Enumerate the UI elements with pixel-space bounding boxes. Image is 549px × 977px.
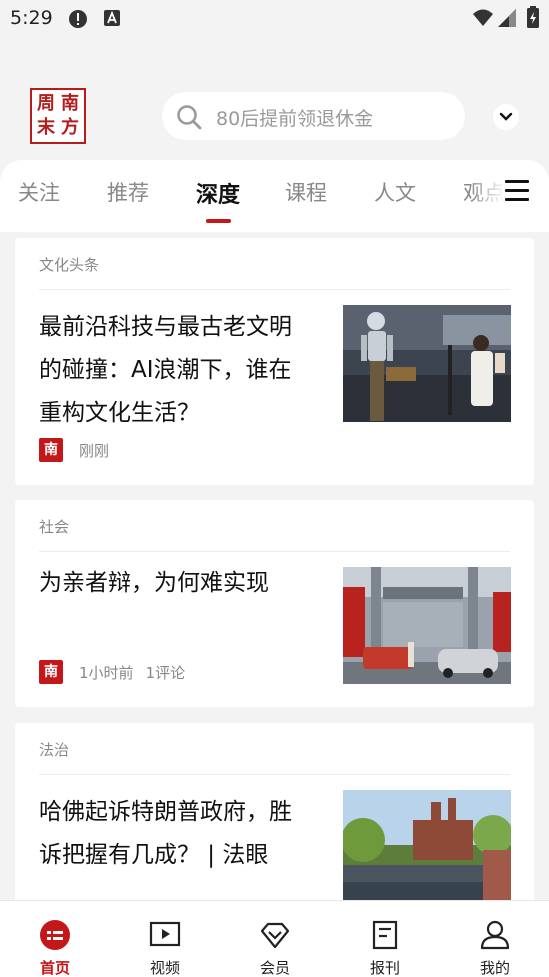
logo-char: 南: [61, 93, 79, 114]
nav-label: 首页: [39, 959, 70, 977]
tab-follow[interactable]: 关注: [18, 177, 60, 207]
nav-label: 我的: [479, 959, 510, 977]
article-meta: 南 1小时前 1评论: [39, 660, 185, 684]
nav-label: 报刊: [369, 959, 400, 977]
article-title: 为亲者辩，为何难实现: [39, 570, 269, 596]
tab-humanities[interactable]: 人文: [374, 177, 416, 207]
article-title: 最前沿科技与最古老文明的碰撞：AI浪潮下，谁在重构文化生活？: [39, 314, 292, 426]
logo-char: 周: [37, 93, 55, 114]
article-thumbnail: [343, 305, 511, 422]
article-thumbnail: [343, 567, 511, 684]
battery-icon: [527, 6, 539, 28]
active-tab-indicator: [206, 219, 231, 223]
bottom-nav: 首页 视频 会员 报刊 我的: [0, 900, 549, 977]
article-thumbnail: [343, 790, 511, 900]
article-time: 1小时前: [79, 663, 134, 682]
article-card[interactable]: 社会 为亲者辩，为何难实现 南 1小时前 1评论: [15, 500, 534, 707]
wifi-icon: [473, 9, 493, 26]
tab-recommend[interactable]: 推荐: [107, 177, 149, 207]
divider: [39, 774, 510, 775]
article-category: 法治: [39, 741, 70, 759]
source-logo: 南: [39, 438, 63, 462]
nav-home[interactable]: 首页: [0, 901, 110, 977]
newspaper-icon: [372, 920, 398, 950]
nav-video[interactable]: 视频: [110, 901, 220, 977]
home-icon: [40, 920, 70, 950]
article-category: 文化头条: [39, 256, 100, 274]
alert-icon: [69, 10, 87, 28]
logo-char: 方: [61, 117, 79, 138]
signal-icon: [498, 9, 516, 27]
tab-depth[interactable]: 深度: [196, 177, 240, 209]
nav-label: 会员: [259, 959, 290, 977]
article-meta: 南 刚刚: [39, 438, 109, 462]
search-placeholder: 80后提前领退休金: [216, 108, 374, 130]
article-card[interactable]: 文化头条 最前沿科技与最古老文明的碰撞：AI浪潮下，谁在重构文化生活？ 南 刚刚: [15, 238, 534, 485]
status-time: 5:29: [10, 7, 53, 29]
article-card[interactable]: 法治 哈佛起诉特朗普政府，胜诉把握有几成？ | 法眼: [15, 723, 534, 900]
search-input[interactable]: 80后提前领退休金: [162, 92, 465, 140]
tab-courses[interactable]: 课程: [285, 177, 327, 207]
member-icon: [260, 922, 290, 949]
nav-profile[interactable]: 我的: [440, 901, 549, 977]
article-time: 刚刚: [79, 441, 110, 460]
app-logo[interactable]: 周 南 末 方: [30, 88, 86, 144]
logo-char: 末: [37, 117, 55, 138]
divider: [39, 289, 510, 290]
article-category: 社会: [39, 518, 70, 536]
channel-menu-icon[interactable]: [505, 180, 529, 202]
video-icon: [149, 921, 181, 947]
chevron-down-icon: [499, 112, 513, 121]
nav-member[interactable]: 会员: [220, 901, 330, 977]
source-logo: 南: [39, 660, 63, 684]
channel-tabs: 关注 推荐 深度 课程 人文 观点: [0, 160, 549, 232]
article-comments: 1评论: [145, 663, 186, 682]
article-title: 哈佛起诉特朗普政府，胜诉把握有几成？ | 法眼: [39, 799, 292, 868]
nav-label: 视频: [149, 959, 180, 977]
expand-button[interactable]: [493, 104, 519, 130]
status-bar: 5:29: [0, 0, 549, 38]
header: 周 南 末 方 80后提前领退休金: [0, 38, 549, 163]
divider: [39, 551, 510, 552]
profile-icon: [480, 920, 510, 950]
accessibility-icon: [104, 10, 120, 26]
article-feed: 文化头条 最前沿科技与最古老文明的碰撞：AI浪潮下，谁在重构文化生活？ 南 刚刚…: [0, 232, 549, 900]
search-icon: [177, 105, 202, 130]
nav-newspaper[interactable]: 报刊: [330, 901, 440, 977]
